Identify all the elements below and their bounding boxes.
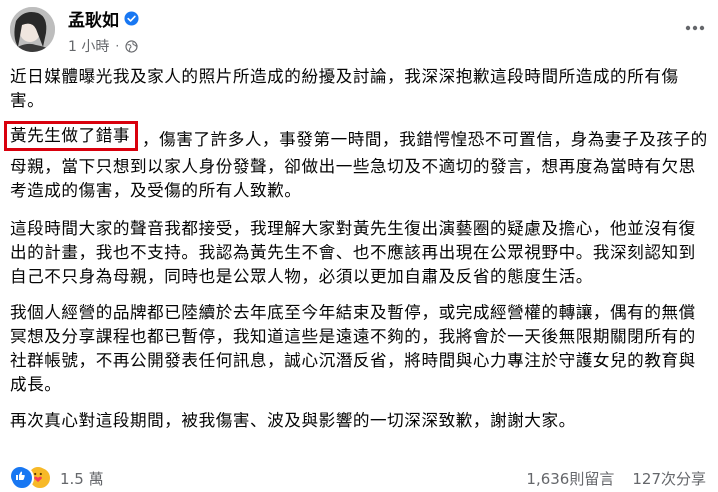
reactions-summary[interactable]: 1.5 萬: [10, 466, 104, 490]
post-paragraph-1: 近日媒體曝光我及家人的照片所造成的紛擾及討論，我深深抱歉這段時間所造成的所有傷害…: [10, 67, 679, 110]
post-header: 孟耿如 1 小時 ·: [0, 0, 718, 66]
post-footer: 1.5 萬 1,636則留言 127次分享: [0, 464, 718, 492]
post-paragraph-5: 再次真心對這段期間，被我傷害、波及與影響的一切深深致歉，謝謝大家。: [10, 411, 576, 430]
globe-icon[interactable]: [125, 39, 138, 53]
more-options-icon[interactable]: [682, 18, 708, 38]
post-paragraph-2: 黃先生做了錯事 ，傷害了許多人，事發第一時間，我錯愕惶恐不可置信，身為妻子及孩子的…: [4, 121, 710, 203]
reaction-count[interactable]: 1.5 萬: [60, 468, 104, 489]
post-body: 近日媒體曝光我及家人的照片所造成的紛擾及討論，我深深抱歉這段時間所造成的所有傷害…: [4, 65, 710, 445]
post-paragraph-3: 這段時間大家的聲音我都接受，我理解大家對黃先生復出演藝圈的疑慮及擔心，他並沒有復…: [10, 219, 696, 286]
author-avatar[interactable]: [10, 7, 55, 52]
meta-separator: ·: [115, 39, 120, 53]
post-paragraph-4: 我個人經營的品牌都已陸續於去年底至今年結束及暫停，或完成經營權的轉讓，偶有的無償…: [10, 303, 696, 394]
post-timestamp[interactable]: 1 小時: [68, 36, 109, 56]
engagement-stats: 1,636則留言 127次分享: [526, 468, 706, 489]
highlighted-phrase: 黃先生做了錯事: [4, 121, 139, 151]
like-reaction-icon: [10, 466, 34, 490]
verified-badge-icon: [124, 11, 139, 26]
author-name[interactable]: 孟耿如: [68, 6, 119, 31]
comment-count[interactable]: 1,636則留言: [526, 468, 614, 489]
share-count[interactable]: 127次分享: [632, 468, 706, 489]
